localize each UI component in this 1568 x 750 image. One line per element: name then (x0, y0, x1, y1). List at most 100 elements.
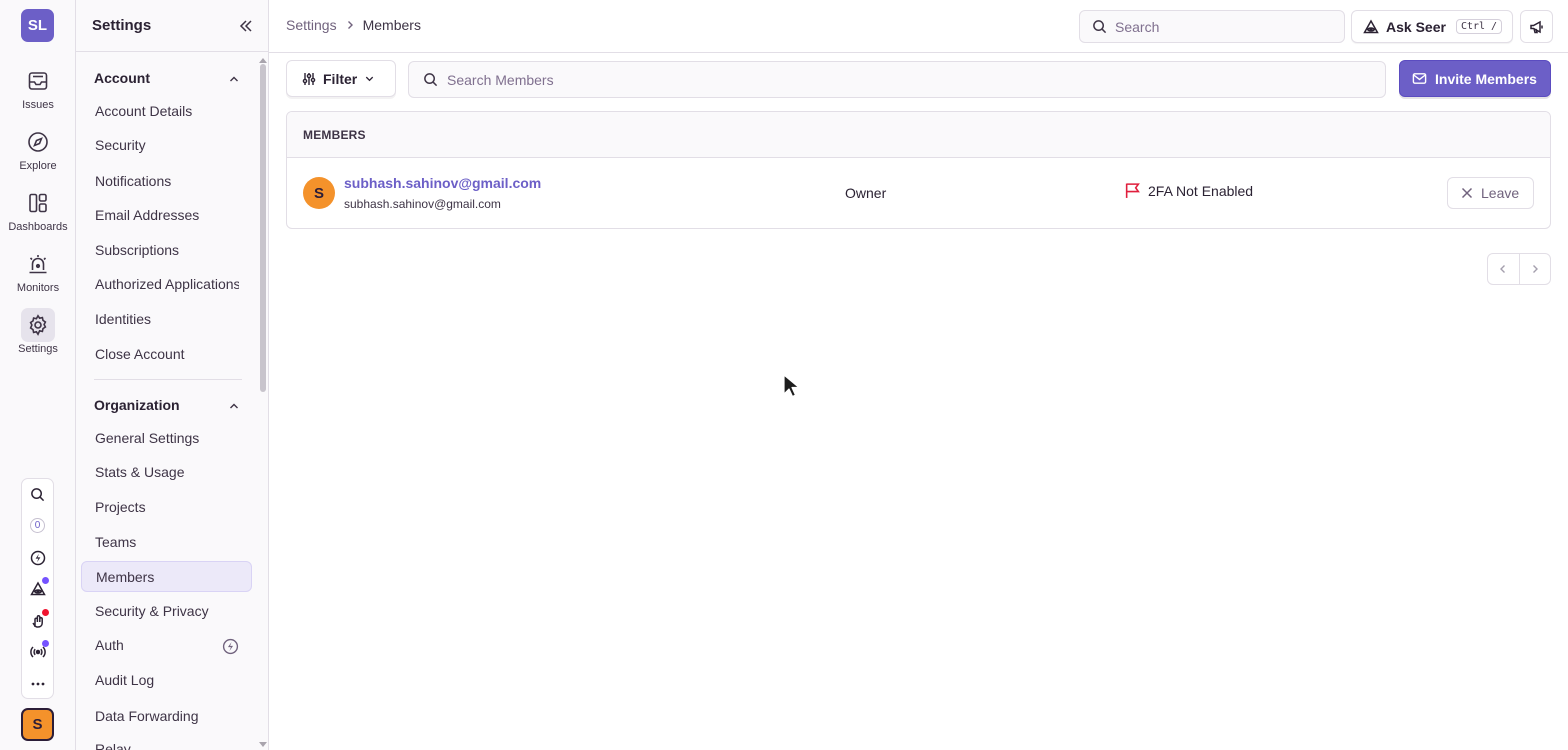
sidebar-item-identities[interactable]: Identities (81, 303, 252, 334)
rail-label-issues: Issues (22, 99, 54, 111)
breadcrumb-settings[interactable]: Settings (286, 17, 337, 33)
close-icon (1461, 187, 1473, 199)
broadcast-notification-dot (42, 640, 49, 647)
section-account[interactable]: Account (94, 70, 150, 86)
previous-page-button[interactable] (1488, 254, 1519, 284)
rail-item-monitors[interactable]: Monitors (0, 247, 76, 305)
rail-label-dashboards: Dashboards (8, 221, 68, 233)
chevron-up-icon[interactable] (228, 400, 240, 412)
rail-item-dashboards[interactable]: Dashboards (0, 186, 76, 244)
mouse-cursor-icon (783, 374, 799, 398)
sidebar-item-projects[interactable]: Projects (81, 491, 252, 522)
user-avatar-button[interactable]: S (21, 708, 54, 741)
more-icon (31, 682, 44, 685)
ask-seer-label: Ask Seer (1386, 18, 1446, 35)
pagination (1487, 253, 1551, 285)
onboarding-count-badge: 0 (30, 518, 45, 533)
members-panel-header: MEMBERS (287, 112, 1550, 158)
sidebar-item-email-addresses[interactable]: Email Addresses (81, 199, 252, 230)
whats-new-button[interactable] (22, 605, 53, 636)
seer-button[interactable] (22, 573, 53, 604)
scroll-up-arrow-icon[interactable] (259, 57, 267, 63)
sidebar-item-relay[interactable]: Relay (81, 733, 252, 750)
rail-tools-group: 0 (21, 478, 54, 699)
broadcasts-button[interactable] (22, 636, 53, 667)
sidebar-item-authorized-applications[interactable]: Authorized Applications (81, 268, 239, 299)
dashboard-icon (21, 186, 55, 220)
breadcrumb: Settings Members (286, 17, 421, 33)
compass-icon (21, 125, 55, 159)
sidebar-item-account-details[interactable]: Account Details (81, 95, 252, 126)
chevron-right-icon (347, 21, 353, 29)
performance-button[interactable] (22, 542, 53, 573)
sidebar-item-general-settings[interactable]: General Settings (81, 422, 252, 453)
sidebar-item-notifications[interactable]: Notifications (81, 165, 252, 196)
sidebar-item-subscriptions[interactable]: Subscriptions (81, 234, 252, 265)
gear-icon (21, 308, 55, 342)
breadcrumb-members: Members (362, 17, 421, 33)
rail-label-settings: Settings (18, 343, 58, 355)
filter-sliders-icon (302, 72, 316, 85)
sidebar-title: Settings (92, 17, 152, 34)
chevron-down-icon (366, 76, 374, 82)
section-organization[interactable]: Organization (94, 397, 180, 413)
chevron-up-icon[interactable] (228, 73, 240, 85)
leave-button[interactable]: Leave (1447, 177, 1534, 209)
sidebar-item-security[interactable]: Security (81, 129, 252, 160)
search-icon (31, 488, 45, 502)
sidebar-item-security-privacy[interactable]: Security & Privacy (81, 595, 252, 626)
invite-members-label: Invite Members (1435, 70, 1537, 87)
members-panel: MEMBERS S subhash.sahinov@gmail.com subh… (286, 111, 1551, 229)
ask-seer-shortcut: Ctrl / (1455, 19, 1503, 34)
sidebar-item-audit-log[interactable]: Audit Log (81, 664, 252, 695)
rail-item-settings[interactable]: Settings (0, 308, 76, 366)
inbox-icon (21, 64, 55, 98)
filter-label: Filter (323, 70, 358, 87)
member-search-placeholder: Search Members (447, 71, 554, 88)
flag-icon (1125, 183, 1140, 198)
onboarding-button[interactable]: 0 (22, 510, 53, 541)
scroll-down-arrow-icon[interactable] (259, 742, 267, 748)
mail-icon (1412, 73, 1427, 84)
chevron-left-icon (1500, 265, 1506, 273)
member-role: Owner (845, 185, 887, 201)
global-search-placeholder: Search (1115, 18, 1160, 35)
more-tools-button[interactable] (22, 668, 53, 699)
member-row: S subhash.sahinov@gmail.com subhash.sahi… (287, 158, 1550, 228)
sidebar-scrollbar-thumb[interactable] (260, 64, 266, 392)
global-search-input[interactable]: Search (1079, 10, 1345, 43)
sidebar-item-close-account[interactable]: Close Account (81, 338, 252, 369)
member-search-input[interactable]: Search Members (408, 61, 1386, 98)
top-header: Settings Members Search Ask Seer Ctrl / (269, 0, 1568, 53)
global-search-button[interactable] (22, 479, 53, 510)
rail-label-explore: Explore (19, 160, 57, 172)
sidebar-header: Settings (76, 0, 268, 52)
seer-notification-dot (42, 577, 49, 584)
sidebar-item-teams[interactable]: Teams (81, 526, 252, 557)
sidebar-item-data-forwarding[interactable]: Data Forwarding (81, 700, 252, 731)
announcements-button[interactable] (1520, 10, 1553, 43)
rail-item-explore[interactable]: Explore (0, 125, 76, 183)
member-avatar: S (303, 177, 335, 209)
rail-label-monitors: Monitors (16, 282, 60, 294)
org-avatar-button[interactable]: SL (21, 9, 54, 42)
collapse-sidebar-icon[interactable] (238, 18, 254, 34)
filter-button[interactable]: Filter (286, 60, 396, 97)
sidebar-item-members[interactable]: Members (81, 561, 252, 592)
seer-icon (1363, 18, 1379, 33)
megaphone-icon (1529, 20, 1543, 33)
search-icon (424, 73, 438, 87)
chevron-right-icon (1532, 265, 1538, 273)
ask-seer-button[interactable]: Ask Seer Ctrl / (1351, 10, 1513, 43)
next-page-button[interactable] (1518, 254, 1550, 284)
sidebar-divider (94, 379, 242, 380)
whats-new-notification-dot (42, 609, 49, 616)
invite-members-button[interactable]: Invite Members (1399, 60, 1551, 97)
member-email: subhash.sahinov@gmail.com (344, 197, 501, 211)
settings-sidebar: Settings Account Account Details Securit… (76, 0, 269, 750)
member-name-link[interactable]: subhash.sahinov@gmail.com (344, 175, 541, 191)
search-icon (1093, 20, 1107, 34)
sidebar-item-stats-usage[interactable]: Stats & Usage (81, 456, 252, 487)
rail-item-issues[interactable]: Issues (0, 64, 76, 122)
leave-label: Leave (1481, 185, 1520, 201)
